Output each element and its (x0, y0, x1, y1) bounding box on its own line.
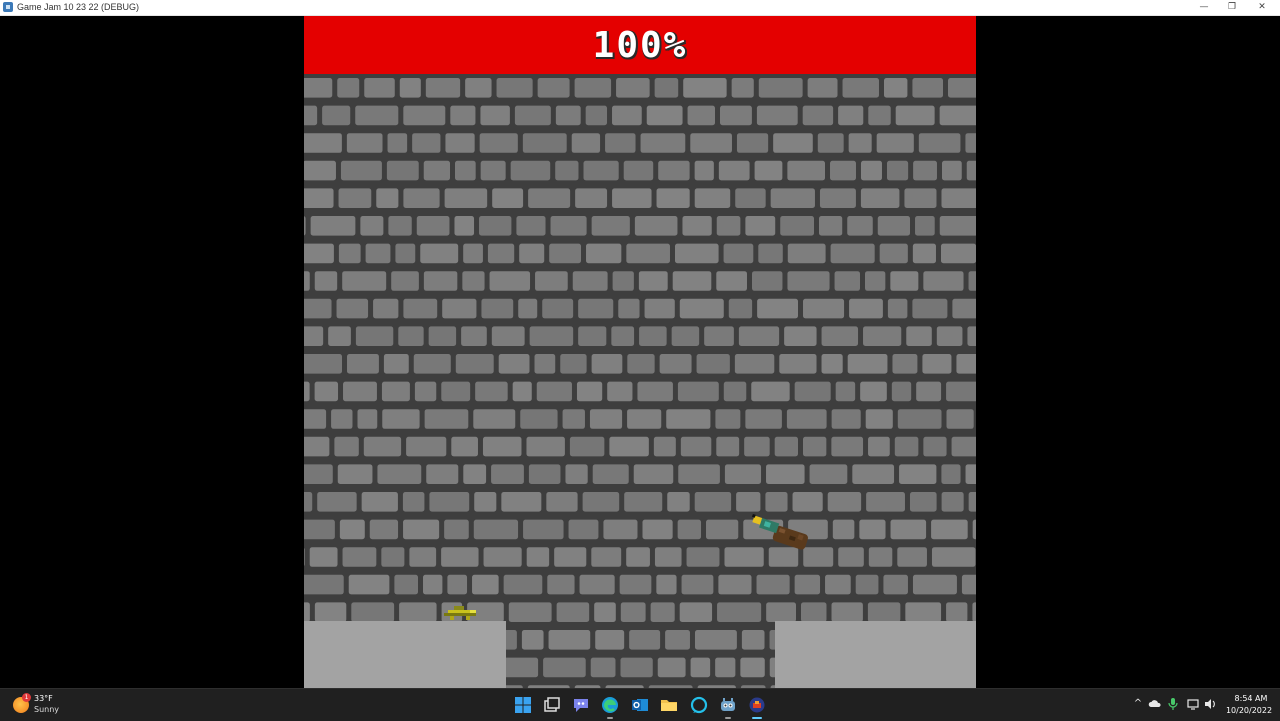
right-floor-platform (775, 621, 976, 688)
window-title-bar[interactable]: Game Jam 10 23 22 (DEBUG) — ❐ ✕ (0, 0, 1280, 16)
left-floor-platform (304, 621, 506, 688)
clock-date: 10/20/2022 (1225, 706, 1273, 715)
minimize-button[interactable]: — (1192, 0, 1216, 15)
weather-temperature: 33°F (34, 694, 53, 703)
health-bar: 100% (304, 16, 976, 74)
network-icon[interactable] (1186, 697, 1200, 711)
health-percent: 100% (592, 25, 688, 66)
clock-time: 8:54 AM (1234, 694, 1268, 703)
running-indicator (607, 717, 613, 719)
weather-notification-badge: 1 (22, 693, 31, 702)
file-explorer-button[interactable] (659, 695, 679, 715)
godot-engine-icon (721, 698, 735, 711)
godot-button[interactable] (718, 695, 738, 719)
task-view-button[interactable] (542, 695, 562, 715)
game-app-icon (749, 697, 765, 713)
edge-button[interactable] (600, 695, 620, 719)
maximize-button[interactable]: ❐ (1220, 0, 1244, 15)
running-indicator (725, 717, 731, 719)
brown-creature-icon (751, 513, 809, 550)
app-window-icon (3, 2, 13, 12)
game-viewport[interactable]: 100% (304, 16, 976, 688)
task-view-icon (544, 697, 560, 712)
teams-chat-icon (574, 699, 588, 712)
stone-brick-wall (304, 74, 976, 688)
windows-logo-icon (515, 697, 531, 713)
active-indicator (752, 717, 762, 719)
window-title: Game Jam 10 23 22 (DEBUG) (17, 2, 140, 12)
taskbar: 1 33°F Sunny ^ 8:54 AM 10/20/2022 (0, 688, 1280, 721)
close-button[interactable]: ✕ (1250, 0, 1274, 15)
yellow-ship-icon (444, 606, 476, 620)
volume-icon[interactable] (1203, 697, 1217, 711)
onedrive-cloud-icon[interactable] (1148, 697, 1162, 711)
folder-icon (661, 700, 677, 711)
alexa-button[interactable] (689, 695, 709, 715)
edge-browser-icon (602, 697, 618, 713)
teams-chat-button[interactable] (571, 695, 591, 715)
show-hidden-icons-button[interactable]: ^ (1131, 697, 1145, 711)
weather-condition: Sunny (34, 705, 60, 714)
alexa-icon (690, 696, 708, 714)
outlook-button[interactable] (630, 695, 650, 715)
game-window-button[interactable] (747, 695, 767, 719)
microphone-icon[interactable] (1166, 697, 1180, 711)
start-button[interactable] (513, 695, 533, 715)
outlook-icon (632, 699, 648, 711)
